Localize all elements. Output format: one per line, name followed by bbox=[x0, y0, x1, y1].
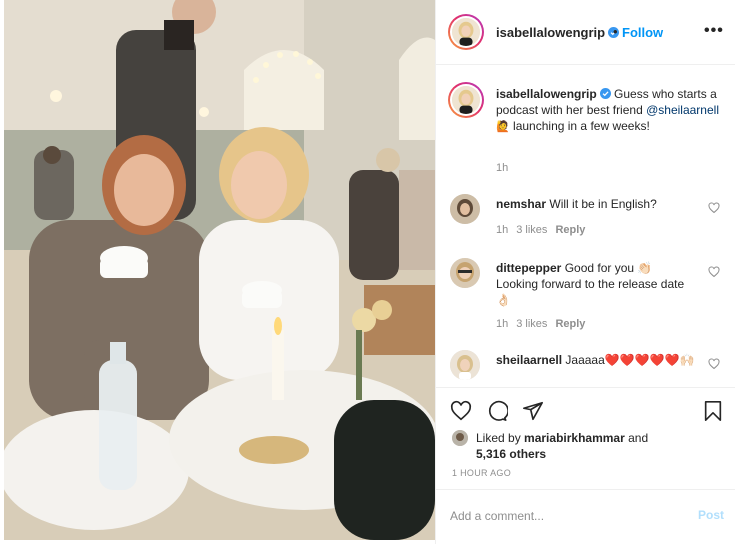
comment-meta: 1h 3 likes Reply bbox=[496, 318, 593, 330]
comment-like-heart-icon[interactable] bbox=[708, 266, 720, 278]
comment-likes[interactable]: 3 likes bbox=[516, 224, 547, 236]
follow-separator: • bbox=[613, 24, 618, 39]
likes-conjunction: and bbox=[628, 431, 649, 445]
reply-button[interactable]: Reply bbox=[555, 318, 585, 330]
caption-text: isabellalowengrip Guess who starts a pod… bbox=[496, 86, 726, 135]
comments-list[interactable]: isabellalowengrip Guess who starts a pod… bbox=[436, 66, 735, 387]
comment-username[interactable]: nemshar bbox=[496, 197, 546, 211]
caption-meta: 1h bbox=[496, 162, 516, 174]
comment-text: sheilaarnell Jaaaaa❤️❤️❤️❤️❤️🙌🏻 bbox=[496, 352, 696, 368]
commenter-avatar-image bbox=[450, 350, 480, 380]
add-comment-bar: Post bbox=[436, 489, 735, 540]
comment-username[interactable]: dittepepper bbox=[496, 261, 561, 275]
comment-like-heart-icon[interactable] bbox=[708, 202, 720, 214]
post-header: isabellalowengrip • Follow ••• bbox=[436, 0, 735, 65]
comment-text: nemshar Will it be in English? bbox=[496, 196, 696, 212]
comment-item: sheilaarnell Jaaaaa❤️❤️❤️❤️❤️🙌🏻 bbox=[448, 350, 734, 387]
post-side-panel: isabellalowengrip • Follow ••• isabellal… bbox=[435, 0, 735, 544]
comment-meta: 1h 3 likes Reply bbox=[496, 224, 593, 236]
caption-author-avatar[interactable] bbox=[448, 82, 484, 118]
commenter-avatar[interactable] bbox=[450, 258, 480, 288]
raising-hand-emoji: 🙋 bbox=[496, 120, 510, 133]
comment-likes[interactable]: 3 likes bbox=[516, 318, 547, 330]
commenter-avatar-image bbox=[450, 258, 480, 288]
cafe-photo-illustration bbox=[4, 0, 435, 540]
comment-text: dittepepper Good for you 👏🏻 Looking forw… bbox=[496, 260, 696, 308]
author-username-text[interactable]: isabellalowengrip bbox=[496, 25, 605, 40]
verified-badge-icon bbox=[599, 88, 611, 99]
comment-body: Will it be in English? bbox=[549, 197, 657, 211]
caption-time[interactable]: 1h bbox=[496, 162, 508, 174]
add-comment-input[interactable] bbox=[450, 506, 680, 526]
comment-time[interactable]: 1h bbox=[496, 224, 508, 236]
liker-avatar-image bbox=[452, 430, 468, 446]
follow-button[interactable]: Follow bbox=[622, 25, 663, 40]
heart-icon[interactable] bbox=[450, 400, 472, 422]
comment-item: dittepepper Good for you 👏🏻 Looking forw… bbox=[448, 258, 734, 330]
share-icon[interactable] bbox=[522, 400, 544, 422]
author-avatar-image bbox=[452, 18, 480, 46]
author-username[interactable]: isabellalowengrip bbox=[496, 25, 620, 40]
liker-avatar[interactable] bbox=[452, 430, 468, 446]
comment-icon[interactable] bbox=[486, 400, 508, 422]
likes-others-count[interactable]: 5,316 others bbox=[476, 446, 546, 462]
caption-avatar-image bbox=[452, 86, 480, 114]
reply-button[interactable]: Reply bbox=[555, 224, 585, 236]
commenter-avatar[interactable] bbox=[450, 194, 480, 224]
post-time-ago[interactable]: 1 HOUR AGO bbox=[452, 468, 511, 478]
comment-username[interactable]: sheilaarnell bbox=[496, 353, 562, 367]
caption-mention-link[interactable]: @sheilaarnell bbox=[646, 103, 719, 117]
comment-like-heart-icon[interactable] bbox=[708, 358, 720, 370]
likes-prefix: Liked by bbox=[476, 431, 521, 445]
liker-username[interactable]: mariabirkhammar bbox=[524, 431, 625, 445]
likes-line-1: Liked by mariabirkhammar and bbox=[476, 430, 648, 446]
comment-time[interactable]: 1h bbox=[496, 318, 508, 330]
comment-item: nemshar Will it be in English? 1h 3 likes… bbox=[448, 194, 734, 254]
post-comment-button[interactable]: Post bbox=[698, 508, 724, 522]
comment-body: Jaaaaa❤️❤️❤️❤️❤️🙌🏻 bbox=[565, 353, 695, 367]
caption-body-end: launching in a few weeks! bbox=[513, 119, 650, 133]
more-options-icon[interactable]: ••• bbox=[704, 22, 724, 40]
instagram-post: isabellalowengrip • Follow ••• isabellal… bbox=[0, 0, 735, 544]
caption-username[interactable]: isabellalowengrip bbox=[496, 87, 597, 101]
post-actions: Liked by mariabirkhammar and 5,316 other… bbox=[436, 387, 735, 489]
bookmark-icon[interactable] bbox=[702, 400, 724, 422]
author-avatar[interactable] bbox=[448, 14, 484, 50]
post-photo[interactable] bbox=[4, 0, 435, 540]
commenter-avatar-image bbox=[450, 194, 480, 224]
commenter-avatar[interactable] bbox=[450, 350, 480, 380]
